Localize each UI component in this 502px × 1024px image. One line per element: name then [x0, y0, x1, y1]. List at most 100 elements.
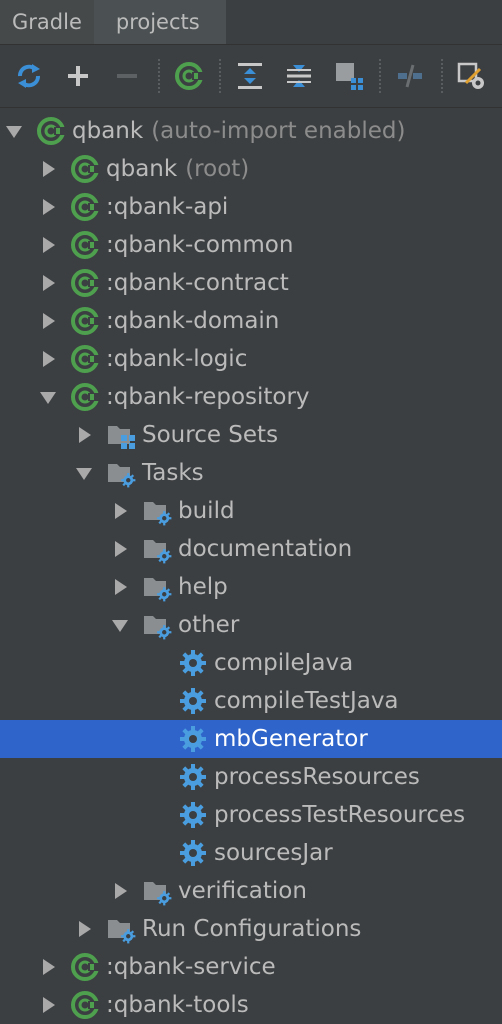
- tree-node-label: :qbank-api: [106, 194, 229, 220]
- tree-node-module[interactable]: :qbank-logic: [0, 340, 502, 378]
- tree-node-label: documentation: [178, 536, 353, 562]
- toolbar-separator: [379, 59, 382, 93]
- tree-node-task[interactable]: sourcesJar: [0, 834, 502, 872]
- gear-icon: [178, 648, 208, 678]
- gear-icon: [178, 724, 208, 754]
- tree-node-module[interactable]: :qbank-domain: [0, 302, 502, 340]
- chevron-right-icon[interactable]: [110, 539, 130, 559]
- tree-node-qbank-root[interactable]: qbank (auto-import enabled): [0, 112, 502, 150]
- toolbar-separator: [219, 59, 222, 93]
- gradle-module-icon: [70, 192, 100, 222]
- tree-node-label: :qbank-service: [106, 954, 276, 980]
- toolbar-separator: [157, 59, 160, 93]
- gradle-module-icon: [70, 306, 100, 336]
- gradle-module-icon: [70, 268, 100, 298]
- source-sets-folder-icon: [106, 420, 136, 450]
- tasks-folder-icon: [106, 458, 136, 488]
- chevron-right-icon[interactable]: [38, 159, 58, 179]
- tree-node-module[interactable]: :qbank-contract: [0, 264, 502, 302]
- tree-node-module[interactable]: :qbank-common: [0, 226, 502, 264]
- tree-node-task[interactable]: processTestResources: [0, 796, 502, 834]
- collapse-all-icon[interactable]: [281, 57, 318, 95]
- refresh-icon[interactable]: [10, 57, 47, 95]
- gear-icon: [178, 800, 208, 830]
- run-config-folder-icon: [106, 914, 136, 944]
- tree-node-label: compileTestJava: [214, 688, 399, 714]
- gradle-module-icon: [70, 344, 100, 374]
- gradle-module-icon: [36, 116, 66, 146]
- chevron-right-icon[interactable]: [110, 881, 130, 901]
- tree-node-label: verification: [178, 878, 307, 904]
- tree-node-label: help: [178, 574, 228, 600]
- task-folder-icon: [142, 496, 172, 526]
- tab-gradle[interactable]: Gradle: [0, 0, 94, 44]
- tree-node-task-group[interactable]: help: [0, 568, 502, 606]
- chevron-right-icon[interactable]: [110, 501, 130, 521]
- gear-icon: [178, 686, 208, 716]
- tree-node-label: compileJava: [214, 650, 354, 676]
- tree-node-task-group[interactable]: build: [0, 492, 502, 530]
- chevron-down-icon[interactable]: [110, 615, 130, 635]
- tab-projects[interactable]: projects: [93, 0, 226, 44]
- task-folder-icon: [142, 876, 172, 906]
- gradle-toolbar: [0, 45, 502, 108]
- tree-node-suffix: (root): [185, 156, 250, 182]
- tree-node-label: Run Configurations: [142, 916, 362, 942]
- settings-icon[interactable]: [453, 57, 490, 95]
- chevron-right-icon[interactable]: [38, 957, 58, 977]
- tree-node-task-group[interactable]: documentation: [0, 530, 502, 568]
- add-icon[interactable]: [59, 57, 96, 95]
- chevron-right-icon[interactable]: [38, 197, 58, 217]
- chevron-right-icon[interactable]: [74, 919, 94, 939]
- gradle-module-icon: [70, 230, 100, 260]
- tree-node-run-configurations[interactable]: Run Configurations: [0, 910, 502, 948]
- chevron-right-icon[interactable]: [38, 311, 58, 331]
- tree-node-module[interactable]: :qbank-service: [0, 948, 502, 986]
- task-folder-icon: [142, 610, 172, 640]
- tree-node-module-expanded[interactable]: :qbank-repository: [0, 378, 502, 416]
- tree-node-label: qbank: [106, 156, 178, 182]
- tree-node-label: other: [178, 612, 240, 638]
- gear-icon: [178, 838, 208, 868]
- tree-node-label: :qbank-domain: [106, 308, 280, 334]
- remove-icon[interactable]: [109, 57, 146, 95]
- tree-node-source-sets[interactable]: Source Sets: [0, 416, 502, 454]
- chevron-right-icon[interactable]: [38, 235, 58, 255]
- gradle-module-icon: [70, 952, 100, 982]
- tree-node-task[interactable]: processResources: [0, 758, 502, 796]
- tool-window-tabbar: Gradle projects: [0, 0, 502, 45]
- chevron-right-icon[interactable]: [38, 349, 58, 369]
- tree-node-label: qbank: [72, 118, 144, 144]
- gradle-module-icon: [70, 154, 100, 184]
- chevron-right-icon[interactable]: [38, 995, 58, 1015]
- gear-icon: [178, 762, 208, 792]
- task-folder-icon: [142, 572, 172, 602]
- expand-all-icon[interactable]: [231, 57, 268, 95]
- tree-node-task[interactable]: compileJava: [0, 644, 502, 682]
- tree-node-module[interactable]: qbank (root): [0, 150, 502, 188]
- tree-node-task-selected[interactable]: mbGenerator: [0, 720, 502, 758]
- chevron-down-icon[interactable]: [38, 387, 58, 407]
- tree-node-module[interactable]: :qbank-api: [0, 188, 502, 226]
- tree-node-tasks[interactable]: Tasks: [0, 454, 502, 492]
- tree-node-label: :qbank-repository: [106, 384, 310, 410]
- tree-node-suffix: (auto-import enabled): [151, 118, 406, 144]
- tree-node-label: :qbank-contract: [106, 270, 289, 296]
- chevron-right-icon[interactable]: [74, 425, 94, 445]
- tree-node-task[interactable]: compileTestJava: [0, 682, 502, 720]
- tree-node-label: :qbank-common: [106, 232, 294, 258]
- chevron-down-icon[interactable]: [4, 121, 24, 141]
- chevron-right-icon[interactable]: [38, 273, 58, 293]
- chevron-right-icon[interactable]: [110, 577, 130, 597]
- toggle-offline-icon[interactable]: [391, 57, 428, 95]
- toolbar-separator: [440, 59, 443, 93]
- gradle-module-icon: [70, 990, 100, 1020]
- gradle-project-tree: qbank (auto-import enabled) qbank (root)…: [0, 108, 502, 1024]
- chevron-down-icon[interactable]: [74, 463, 94, 483]
- gradle-icon[interactable]: [170, 57, 207, 95]
- tree-node-task-group[interactable]: verification: [0, 872, 502, 910]
- tree-node-label: :qbank-tools: [106, 992, 249, 1018]
- tree-node-task-group-expanded[interactable]: other: [0, 606, 502, 644]
- tree-node-module[interactable]: :qbank-tools: [0, 986, 502, 1024]
- group-modules-icon[interactable]: [330, 57, 367, 95]
